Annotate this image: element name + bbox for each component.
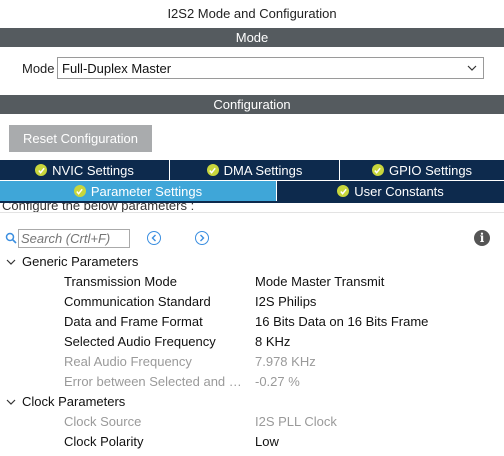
param-value: -0.27 % <box>255 374 300 389</box>
search-icon <box>5 232 17 244</box>
chevron-down-icon <box>467 65 477 71</box>
mode-section-header: Mode <box>0 28 504 47</box>
check-circle-icon <box>35 164 48 176</box>
search-input[interactable] <box>18 229 130 248</box>
tab-label: User Constants <box>354 183 444 199</box>
param-row: Error between Selected and Real -0.27 % <box>0 372 504 392</box>
param-value: Mode Master Transmit <box>255 274 385 289</box>
tab-label: GPIO Settings <box>388 162 473 178</box>
chevron-down-icon <box>6 399 16 405</box>
configure-hint: Configure the below parameters : <box>0 203 504 212</box>
param-row[interactable]: Data and Frame Format 16 Bits Data on 16… <box>0 312 504 332</box>
divider <box>0 212 504 213</box>
tab-nvic-settings[interactable]: NVIC Settings <box>0 160 170 180</box>
param-value: Low <box>255 434 279 449</box>
param-row: Clock Source I2S PLL Clock <box>0 412 504 432</box>
param-row[interactable]: Communication Standard I2S Philips <box>0 292 504 312</box>
group-title: Generic Parameters <box>22 254 139 269</box>
check-circle-icon <box>206 164 219 176</box>
check-circle-icon <box>73 185 86 197</box>
chevron-right-icon <box>200 234 205 242</box>
param-name: Clock Source <box>64 414 142 429</box>
param-row[interactable]: Clock Polarity Low <box>0 432 504 452</box>
param-name: Real Audio Frequency <box>64 354 192 369</box>
param-row: Real Audio Frequency 7.978 KHz <box>0 352 504 372</box>
configuration-section-header: Configuration <box>0 95 504 114</box>
configure-hint-text: Configure the below parameters : <box>2 203 195 212</box>
param-value: I2S PLL Clock <box>255 414 337 429</box>
param-name: Communication Standard <box>64 294 211 309</box>
tab-user-constants[interactable]: User Constants <box>277 181 504 201</box>
tab-label: NVIC Settings <box>52 162 134 178</box>
tab-parameter-settings[interactable]: Parameter Settings <box>0 181 277 201</box>
mode-select-value: Full-Duplex Master <box>62 61 172 76</box>
reset-configuration-button[interactable]: Reset Configuration <box>9 125 152 152</box>
param-row[interactable]: Transmission Mode Mode Master Transmit <box>0 272 504 292</box>
group-generic-parameters[interactable]: Generic Parameters <box>0 252 504 272</box>
param-name: Error between Selected and Real <box>64 374 250 389</box>
group-title: Clock Parameters <box>22 394 126 409</box>
param-name: Data and Frame Format <box>64 314 203 329</box>
param-value: 16 Bits Data on 16 Bits Frame <box>255 314 429 329</box>
param-value: 7.978 KHz <box>255 354 316 369</box>
mode-label: Mode <box>22 61 55 76</box>
search-next-button[interactable] <box>195 231 209 245</box>
param-name: Selected Audio Frequency <box>64 334 216 349</box>
window-title: I2S2 Mode and Configuration <box>167 6 337 21</box>
chevron-left-icon <box>151 234 156 242</box>
check-circle-icon <box>371 164 384 176</box>
tab-label: DMA Settings <box>223 162 303 178</box>
tab-gpio-settings[interactable]: GPIO Settings <box>340 160 504 180</box>
tab-label: Parameter Settings <box>90 183 203 199</box>
search-previous-button[interactable] <box>147 231 161 245</box>
tab-dma-settings[interactable]: DMA Settings <box>170 160 340 180</box>
settings-tabs-row-2: Parameter Settings User Constants <box>0 181 504 201</box>
group-clock-parameters[interactable]: Clock Parameters <box>0 392 504 412</box>
info-icon[interactable]: i <box>474 230 490 246</box>
check-circle-icon <box>337 185 350 197</box>
param-value: I2S Philips <box>255 294 317 309</box>
settings-tabs-row-1: NVIC Settings DMA Settings GPIO Settings <box>0 160 504 180</box>
param-row[interactable]: Selected Audio Frequency 8 KHz <box>0 332 504 352</box>
param-value: 8 KHz <box>255 334 291 349</box>
param-name: Transmission Mode <box>64 274 177 289</box>
mode-select[interactable]: Full-Duplex Master <box>57 57 484 79</box>
param-name: Clock Polarity <box>64 434 144 449</box>
chevron-down-icon <box>6 259 16 265</box>
